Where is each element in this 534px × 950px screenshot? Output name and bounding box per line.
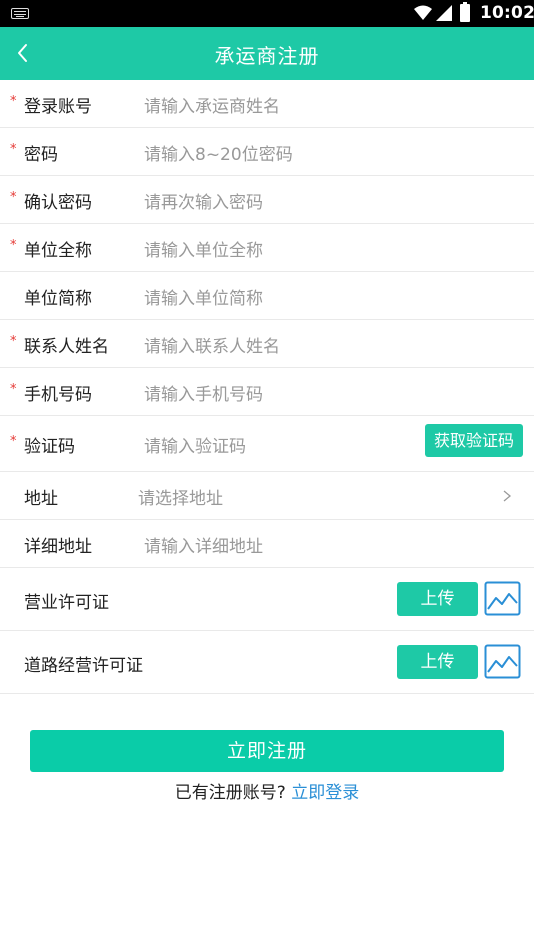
verification-code-label: 验证码 bbox=[24, 437, 75, 457]
required-mark: * bbox=[10, 334, 17, 349]
confirm-password-row: * 确认密码 请再次输入密码 bbox=[0, 176, 534, 224]
confirm-password-input[interactable]: 请再次输入密码 bbox=[144, 188, 404, 213]
contact-name-row: * 联系人姓名 请输入联系人姓名 bbox=[0, 320, 534, 368]
keyboard-icon bbox=[11, 8, 29, 19]
phone-label: 手机号码 bbox=[24, 385, 92, 405]
image-icon[interactable] bbox=[484, 644, 521, 679]
company-full-name-row: * 单位全称 请输入单位全称 bbox=[0, 224, 534, 272]
required-mark: * bbox=[10, 94, 17, 109]
status-time: 10:02 bbox=[480, 3, 534, 23]
required-mark: * bbox=[10, 382, 17, 397]
page-title: 承运商注册 bbox=[214, 44, 320, 68]
login-account-row: * 登录账号 请输入承运商姓名 bbox=[0, 80, 534, 128]
login-link[interactable]: 立即登录 bbox=[291, 783, 359, 803]
phone-input[interactable]: 请输入手机号码 bbox=[144, 380, 404, 405]
battery-icon bbox=[460, 2, 470, 22]
required-mark: * bbox=[10, 238, 17, 253]
contact-name-label: 联系人姓名 bbox=[24, 337, 109, 357]
address-select[interactable]: 请选择地址 bbox=[138, 484, 398, 509]
chevron-right-icon[interactable] bbox=[500, 488, 514, 504]
company-short-name-row: 单位简称 请输入单位简称 bbox=[0, 272, 534, 320]
login-account-input[interactable]: 请输入承运商姓名 bbox=[144, 92, 404, 117]
business-license-label: 营业许可证 bbox=[24, 593, 109, 613]
company-short-name-label: 单位简称 bbox=[24, 289, 92, 309]
app-bar: 承运商注册 bbox=[0, 27, 534, 80]
phone-row: * 手机号码 请输入手机号码 bbox=[0, 368, 534, 416]
detail-address-input[interactable]: 请输入详细地址 bbox=[144, 532, 404, 557]
login-prompt-text: 已有注册账号? bbox=[174, 783, 286, 803]
register-button[interactable]: 立即注册 bbox=[30, 730, 504, 772]
image-icon[interactable] bbox=[484, 581, 521, 616]
detail-address-label: 详细地址 bbox=[24, 537, 92, 557]
register-form: * 登录账号 请输入承运商姓名 * 密码 请输入8~20位密码 * 确认密码 请… bbox=[0, 80, 534, 694]
road-permit-row: 道路经营许可证 上传 bbox=[0, 631, 534, 694]
company-short-name-input[interactable]: 请输入单位简称 bbox=[144, 284, 404, 309]
password-label: 密码 bbox=[24, 145, 58, 165]
status-bar: 10:02 bbox=[0, 0, 534, 27]
verification-code-input[interactable]: 请输入验证码 bbox=[144, 432, 404, 457]
verification-code-row: * 验证码 请输入验证码 获取验证码 bbox=[0, 416, 534, 472]
road-permit-upload-button[interactable]: 上传 bbox=[397, 645, 478, 679]
wifi-icon bbox=[414, 5, 432, 20]
confirm-password-label: 确认密码 bbox=[24, 193, 92, 213]
road-permit-label: 道路经营许可证 bbox=[24, 656, 143, 676]
login-prompt: 已有注册账号? 立即登录 bbox=[0, 778, 534, 803]
contact-name-input[interactable]: 请输入联系人姓名 bbox=[144, 332, 404, 357]
address-label: 地址 bbox=[24, 489, 58, 509]
login-account-label: 登录账号 bbox=[24, 97, 92, 117]
business-license-row: 营业许可证 上传 bbox=[0, 568, 534, 631]
password-row: * 密码 请输入8~20位密码 bbox=[0, 128, 534, 176]
company-full-name-label: 单位全称 bbox=[24, 241, 92, 261]
get-code-button[interactable]: 获取验证码 bbox=[425, 424, 523, 457]
detail-address-row: 详细地址 请输入详细地址 bbox=[0, 520, 534, 568]
company-full-name-input[interactable]: 请输入单位全称 bbox=[144, 236, 404, 261]
business-license-upload-button[interactable]: 上传 bbox=[397, 582, 478, 616]
signal-icon bbox=[436, 5, 452, 21]
address-row[interactable]: 地址 请选择地址 bbox=[0, 472, 534, 520]
required-mark: * bbox=[10, 190, 17, 205]
required-mark: * bbox=[10, 142, 17, 157]
required-mark: * bbox=[10, 434, 17, 449]
password-input[interactable]: 请输入8~20位密码 bbox=[144, 140, 404, 165]
